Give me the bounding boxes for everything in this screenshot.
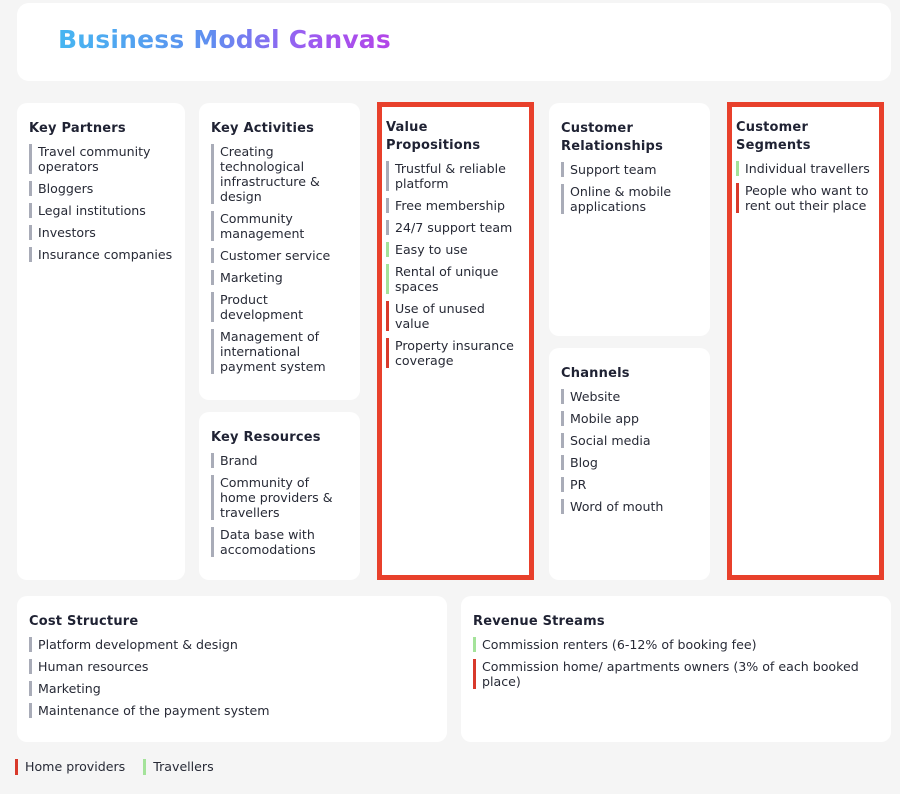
- list-item: Customer service: [211, 248, 348, 263]
- header-card: Business Model Canvas: [17, 3, 891, 81]
- revenue-streams-block: Revenue Streams Commission renters (6-12…: [461, 596, 891, 742]
- key-activities-title: Key Activities: [211, 121, 315, 136]
- channels-list: Website Mobile app Social media Blog PR …: [561, 389, 698, 514]
- channels-title: Channels: [561, 366, 630, 381]
- list-item-travellers: Individual travellers: [736, 161, 873, 176]
- customer-segments-title: Customer Segments: [736, 120, 811, 153]
- key-activities-block: Key Activities Creating technological in…: [199, 103, 360, 400]
- list-item: Community of home providers & travellers: [211, 475, 348, 520]
- page-title: Business Model Canvas: [58, 25, 391, 54]
- list-item: Word of mouth: [561, 499, 698, 514]
- list-item: Platform development & design: [29, 637, 435, 652]
- list-item: Website: [561, 389, 698, 404]
- list-item: Maintenance of the payment system: [29, 703, 435, 718]
- revenue-streams-title: Revenue Streams: [473, 614, 605, 629]
- list-item: Marketing: [211, 270, 348, 285]
- list-item: Creating technological infrastructure & …: [211, 144, 348, 204]
- legend-travellers: Travellers: [143, 759, 214, 775]
- value-propositions-list: Trustful & reliable platform Free member…: [386, 161, 523, 368]
- list-item: Trustful & reliable platform: [386, 161, 523, 191]
- list-item: Community management: [211, 211, 348, 241]
- list-item-travellers: Easy to use: [386, 242, 523, 257]
- list-item: Blog: [561, 455, 698, 470]
- list-item: Travel community operators: [29, 144, 173, 174]
- list-item-travellers: Commission renters (6-12% of booking fee…: [473, 637, 879, 652]
- list-item: Insurance companies: [29, 247, 173, 262]
- customer-relationships-title: Customer Relationships: [561, 121, 664, 154]
- list-item: Legal institutions: [29, 203, 173, 218]
- legend: Home providers Travellers: [15, 759, 228, 775]
- channels-block: Channels Website Mobile app Social media…: [549, 348, 710, 580]
- customer-relationships-block: Customer Relationships Support team Onli…: [549, 103, 710, 336]
- list-item: Management of international payment syst…: [211, 329, 348, 374]
- list-item: Support team: [561, 162, 698, 177]
- value-propositions-block: Value Propositions Trustful & reliable p…: [377, 102, 534, 580]
- list-item: Online & mobile applications: [561, 184, 698, 214]
- legend-home-providers: Home providers: [15, 759, 125, 775]
- cost-structure-list: Platform development & design Human reso…: [29, 637, 435, 718]
- list-item-home-providers: People who want to rent out their place: [736, 183, 873, 213]
- cost-structure-block: Cost Structure Platform development & de…: [17, 596, 447, 742]
- list-item-home-providers: Commission home/ apartments owners (3% o…: [473, 659, 879, 689]
- list-item: Marketing: [29, 681, 435, 696]
- list-item: PR: [561, 477, 698, 492]
- key-partners-block: Key Partners Travel community operators …: [17, 103, 185, 580]
- list-item: Brand: [211, 453, 348, 468]
- list-item: Investors: [29, 225, 173, 240]
- list-item: Data base with accomodations: [211, 527, 348, 557]
- key-resources-block: Key Resources Brand Community of home pr…: [199, 412, 360, 580]
- key-resources-list: Brand Community of home providers & trav…: [211, 453, 348, 557]
- list-item: 24/7 support team: [386, 220, 523, 235]
- revenue-streams-list: Commission renters (6-12% of booking fee…: [473, 637, 879, 689]
- list-item: Social media: [561, 433, 698, 448]
- list-item-travellers: Rental of unique spaces: [386, 264, 523, 294]
- key-partners-title: Key Partners: [29, 121, 126, 136]
- list-item: Bloggers: [29, 181, 173, 196]
- value-propositions-title: Value Propositions: [386, 120, 481, 153]
- list-item: Human resources: [29, 659, 435, 674]
- list-item: Mobile app: [561, 411, 698, 426]
- key-resources-title: Key Resources: [211, 430, 321, 445]
- cost-structure-title: Cost Structure: [29, 614, 139, 629]
- customer-segments-list: Individual travellers People who want to…: [736, 161, 873, 213]
- key-activities-list: Creating technological infrastructure & …: [211, 144, 348, 374]
- list-item: Free membership: [386, 198, 523, 213]
- list-item: Product development: [211, 292, 348, 322]
- list-item-home-providers: Property insurance coverage: [386, 338, 523, 368]
- list-item-home-providers: Use of unused value: [386, 301, 523, 331]
- customer-relationships-list: Support team Online & mobile application…: [561, 162, 698, 214]
- customer-segments-block: Customer Segments Individual travellers …: [727, 102, 884, 580]
- key-partners-list: Travel community operators Bloggers Lega…: [29, 144, 173, 262]
